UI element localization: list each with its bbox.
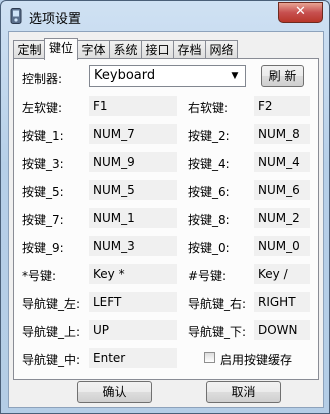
key-field[interactable]: UP xyxy=(89,320,177,340)
controller-value: Keyboard xyxy=(94,68,156,83)
key-row-label: 按键_9: xyxy=(22,241,64,255)
key-field[interactable]: NUM_2 xyxy=(254,208,310,228)
cancel-button[interactable]: 取消 xyxy=(206,381,281,403)
key-field[interactable]: NUM_8 xyxy=(254,124,310,144)
key-row-label: 按键_1: xyxy=(22,129,64,143)
tab-keymap[interactable]: 键位 xyxy=(44,38,78,60)
key-row-label: 左软键: xyxy=(22,101,63,115)
key-field[interactable]: Key / xyxy=(254,264,310,284)
controller-select[interactable]: Keyboard ▼ xyxy=(89,65,246,87)
key-field[interactable]: NUM_7 xyxy=(89,124,177,144)
key-row-label: *号键: xyxy=(22,269,57,283)
key-row-label: 导航键_左: xyxy=(22,297,81,311)
key-row-label: 导航键_上: xyxy=(22,325,81,339)
ok-button[interactable]: 确认 xyxy=(77,381,152,403)
key-row-label: 按键_2: xyxy=(188,129,230,143)
key-row-label: 右软键: xyxy=(188,101,229,115)
key-row-label: 导航键_下: xyxy=(188,325,247,339)
key-row-label: 按键_6: xyxy=(188,185,230,199)
nav-center-label: 导航键_中: xyxy=(22,353,81,367)
nav-center-field[interactable]: Enter xyxy=(89,348,177,368)
tab-font[interactable]: 字体 xyxy=(77,40,110,59)
key-field[interactable]: NUM_0 xyxy=(254,236,310,256)
close-icon: ✕ xyxy=(295,4,306,19)
cache-checkbox[interactable] xyxy=(204,352,215,363)
chevron-down-icon: ▼ xyxy=(231,71,239,81)
tab-save[interactable]: 存档 xyxy=(173,40,206,59)
key-row-label: 导航键_右: xyxy=(188,297,247,311)
key-row-label: 按键_5: xyxy=(22,185,64,199)
key-field[interactable]: F1 xyxy=(89,96,177,116)
key-field[interactable]: LEFT xyxy=(89,292,177,312)
cache-checkbox-label[interactable]: 启用按键缓存 xyxy=(220,351,292,368)
options-dialog: 选项设置 ✕ 定制 键位 字体 系统 接口 存档 网络 控制器: Keyboar… xyxy=(0,0,330,414)
key-row-label: #号键: xyxy=(188,269,227,283)
keymap-panel: 控制器: Keyboard ▼ 刷 新 左软键: F1 右软键: F2 按键_1… xyxy=(13,58,319,380)
key-field[interactable]: NUM_3 xyxy=(89,236,177,256)
tab-system[interactable]: 系统 xyxy=(109,40,142,59)
key-row-label: 按键_3: xyxy=(22,157,64,171)
key-field[interactable]: DOWN xyxy=(254,320,310,340)
app-icon xyxy=(10,8,22,24)
key-field[interactable]: RIGHT xyxy=(254,292,310,312)
close-button[interactable]: ✕ xyxy=(278,2,323,23)
tab-interface[interactable]: 接口 xyxy=(141,40,174,59)
dialog-body: 定制 键位 字体 系统 接口 存档 网络 控制器: Keyboard ▼ 刷 新… xyxy=(8,31,324,408)
key-field[interactable]: F2 xyxy=(254,96,310,116)
window-title: 选项设置 xyxy=(29,12,82,27)
title-bar[interactable]: 选项设置 ✕ xyxy=(1,1,329,31)
key-row-label: 按键_4: xyxy=(188,157,230,171)
key-row-label: 按键_7: xyxy=(22,213,64,227)
key-field[interactable]: NUM_9 xyxy=(89,152,177,172)
refresh-button-label: 刷 新 xyxy=(268,69,297,83)
tab-custom[interactable]: 定制 xyxy=(13,40,46,59)
tab-network[interactable]: 网络 xyxy=(205,40,238,59)
controller-label: 控制器: xyxy=(22,72,63,86)
ok-button-label: 确认 xyxy=(102,385,127,399)
cancel-button-label: 取消 xyxy=(231,385,256,399)
key-field[interactable]: NUM_6 xyxy=(254,180,310,200)
key-row-label: 按键_8: xyxy=(188,213,230,227)
refresh-button[interactable]: 刷 新 xyxy=(261,65,304,87)
key-field[interactable]: Key * xyxy=(89,264,177,284)
key-field[interactable]: NUM_5 xyxy=(89,180,177,200)
key-field[interactable]: NUM_4 xyxy=(254,152,310,172)
key-row-label: 按键_0: xyxy=(188,241,230,255)
key-field[interactable]: NUM_1 xyxy=(89,208,177,228)
